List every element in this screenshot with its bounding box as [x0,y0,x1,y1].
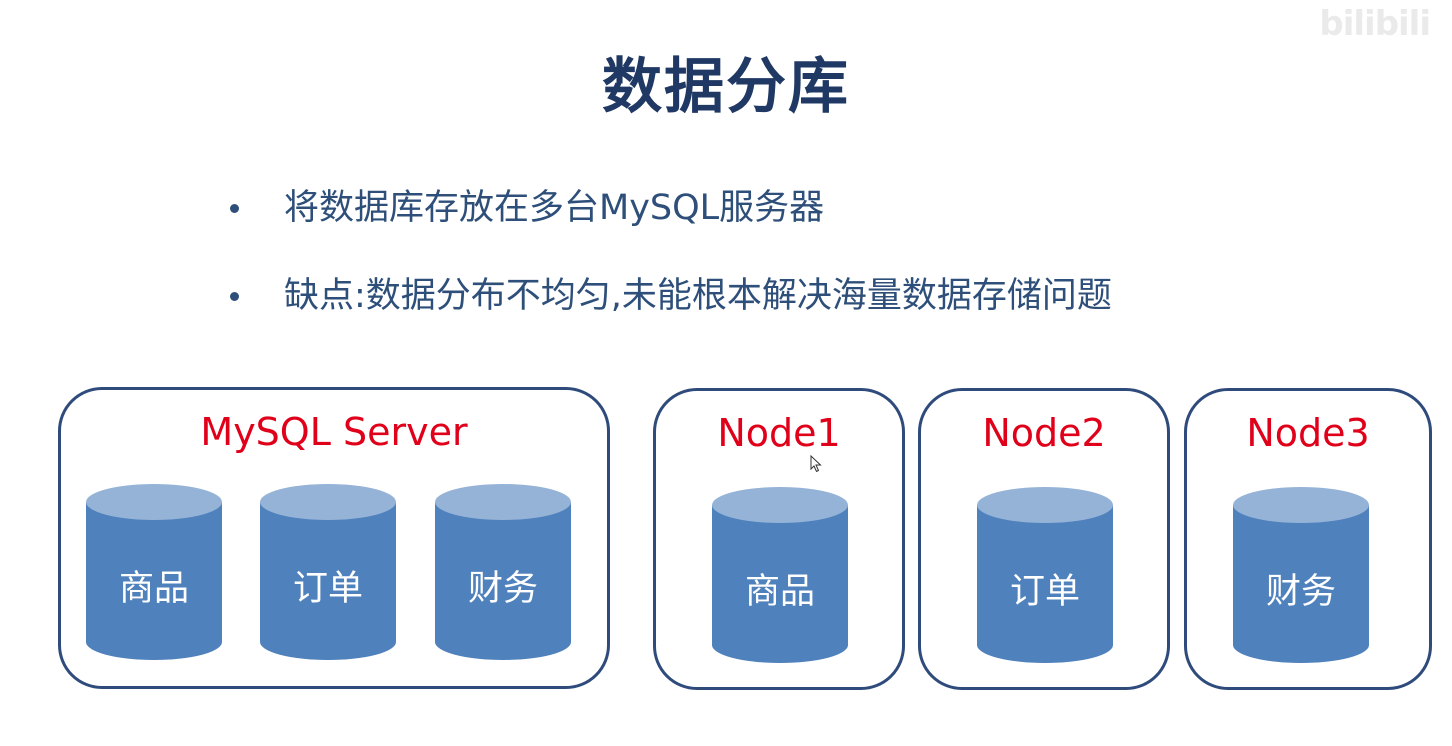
bullet-list: 将数据库存放在多台MySQL服务器 缺点:数据分布不均匀,未能根本解决海量数据存… [226,178,1112,354]
server-label: MySQL Server [200,410,468,454]
server-label: Node3 [1246,411,1370,455]
server-box-node1: Node1 商品 [653,388,905,690]
database-cylinder: 商品 [712,487,848,663]
bullet-dot-icon [230,204,239,213]
slide-title: 数据分库 [602,52,850,122]
database-cylinder: 商品 [86,484,222,660]
database-label: 订单 [1009,572,1080,612]
mouse-pointer-icon [810,454,822,477]
database-label: 商品 [744,572,815,612]
database-label: 财务 [467,569,538,609]
server-box-node2: Node2 订单 [918,388,1170,690]
server-label: Node1 [717,411,841,455]
database-cylinder: 财务 [1233,487,1369,663]
bullet-text: 缺点:数据分布不均匀,未能根本解决海量数据存储问题 [284,276,1112,316]
bullet-item: 将数据库存放在多台MySQL服务器 [226,178,1112,238]
bullet-dot-icon [230,292,239,301]
database-cylinder: 订单 [260,484,396,660]
database-label: 财务 [1265,572,1336,612]
server-box-node3: Node3 财务 [1184,388,1432,690]
database-cylinder: 订单 [977,487,1113,663]
database-cylinder: 财务 [435,484,571,660]
database-label: 订单 [292,569,363,609]
bullet-text: 将数据库存放在多台MySQL服务器 [284,188,825,228]
server-label: Node2 [982,411,1106,455]
bullet-item: 缺点:数据分布不均匀,未能根本解决海量数据存储问题 [226,266,1112,326]
database-label: 商品 [118,569,189,609]
server-box-mysql: MySQL Server 商品 订单 财务 [58,387,610,689]
